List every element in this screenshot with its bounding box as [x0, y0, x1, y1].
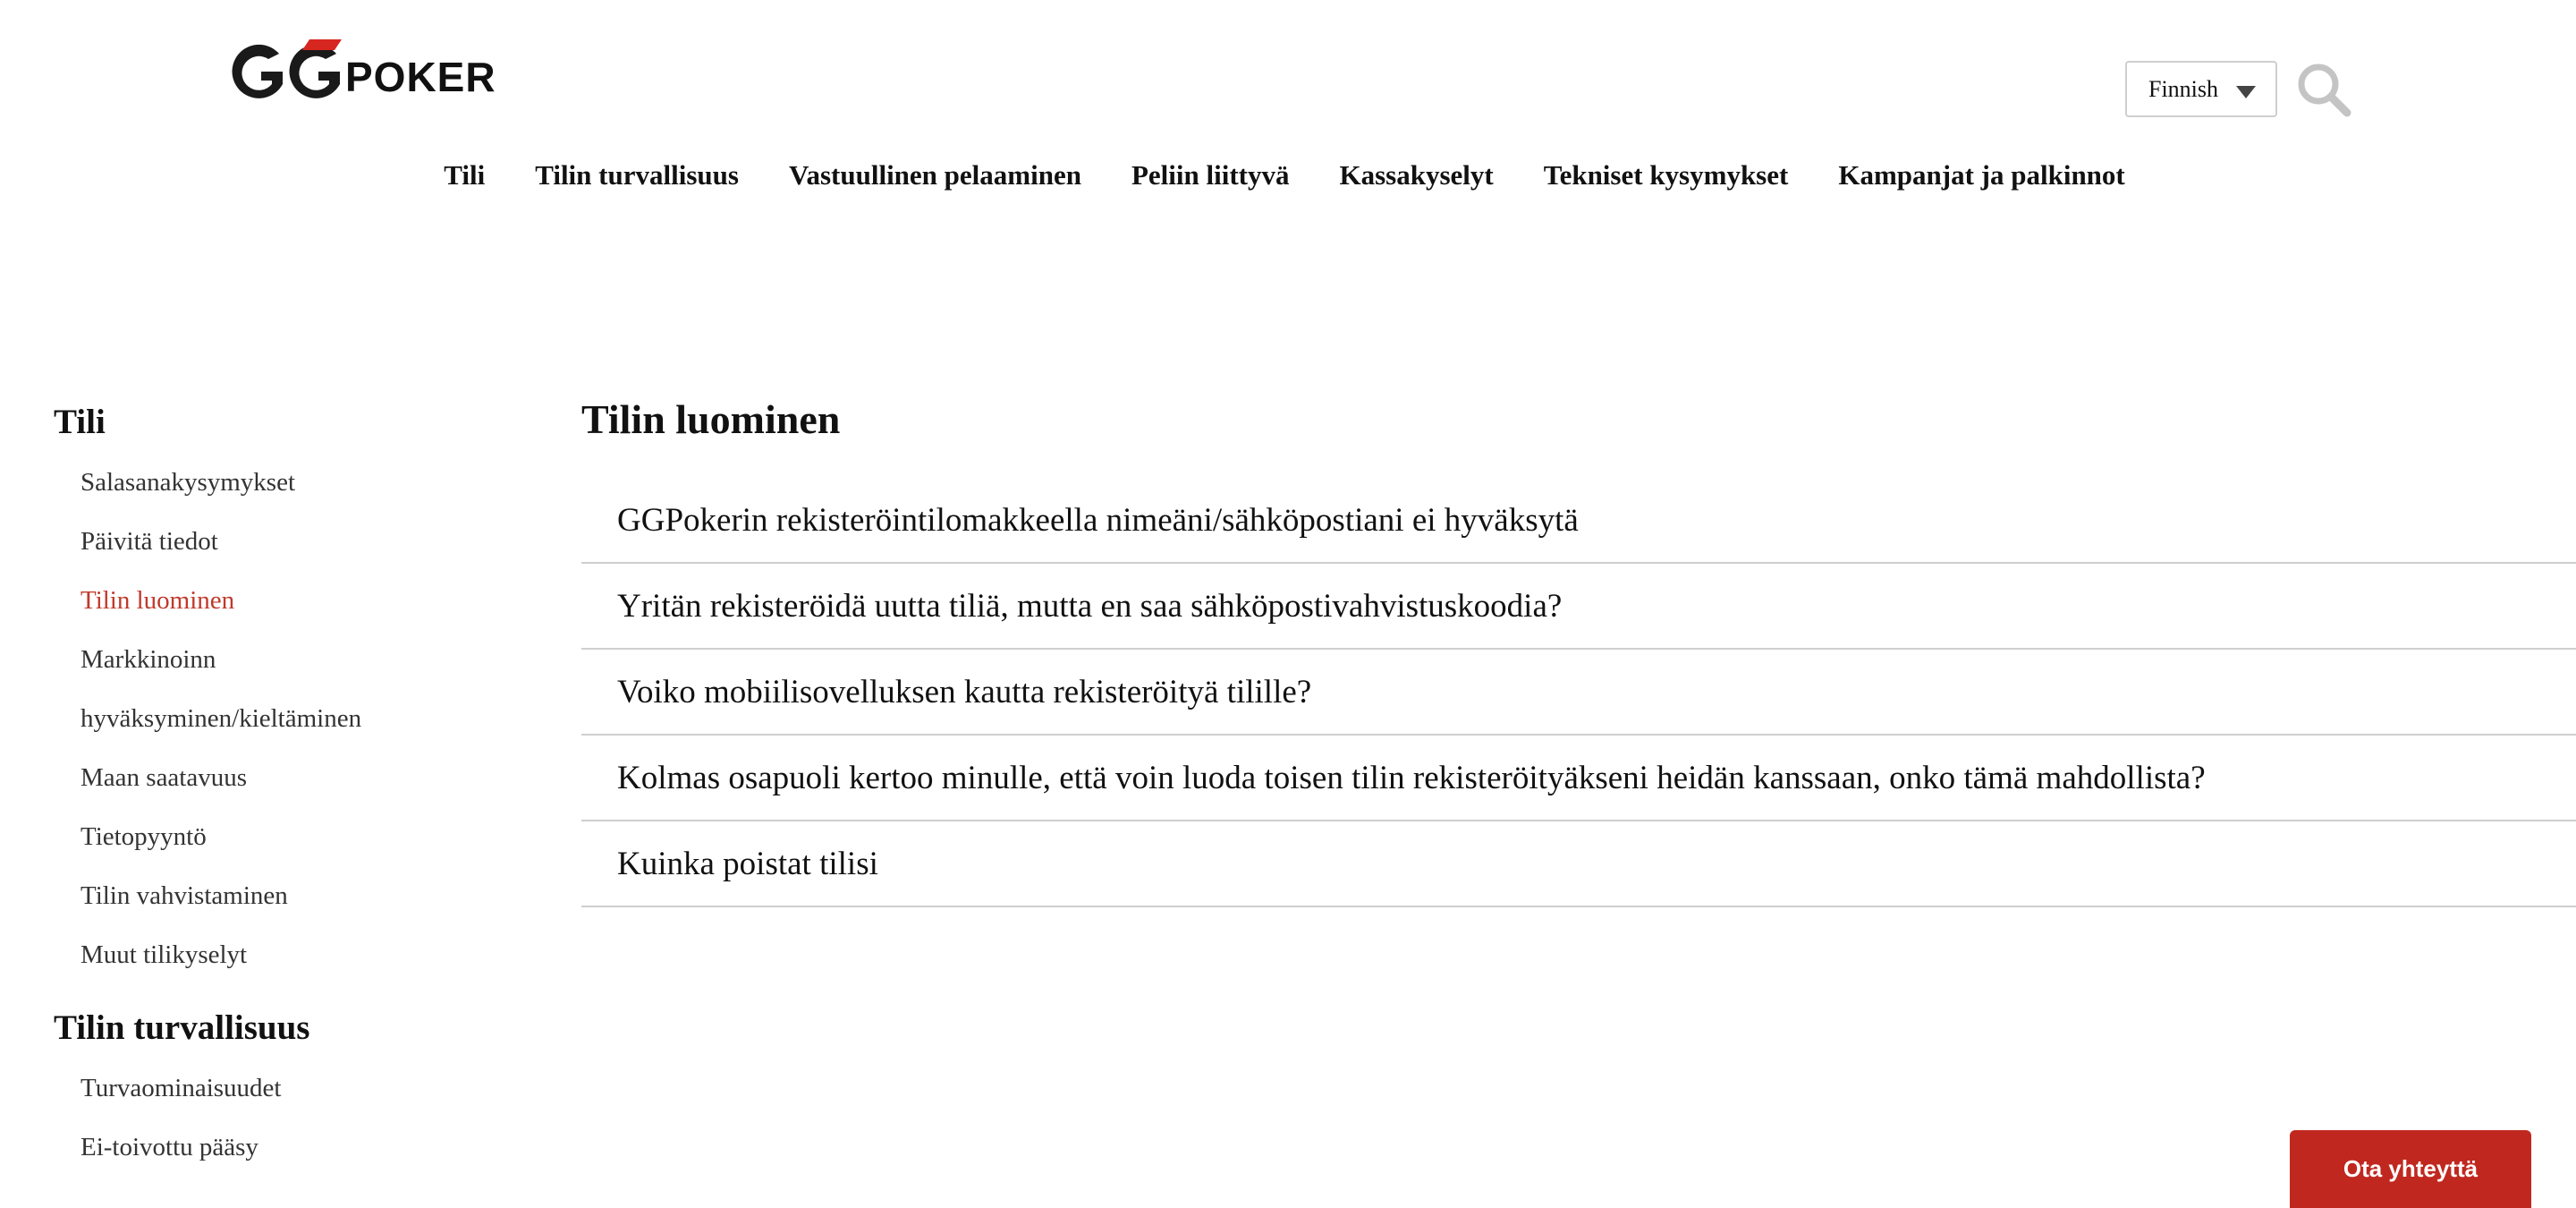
nav-item-vastuullinen-pelaaminen[interactable]: Vastuullinen pelaaminen — [789, 159, 1081, 191]
sidebar-item-salasanakysymykset[interactable]: Salasanakysymykset — [80, 470, 519, 529]
sidebar-item-ei-toivottu-paasy[interactable]: Ei-toivottu pääsy — [80, 1135, 519, 1194]
faq-item[interactable]: Yritän rekisteröidä uutta tiliä, mutta e… — [581, 564, 2576, 650]
sidebar-item-tilin-vahvistaminen[interactable]: Tilin vahvistaminen — [80, 883, 519, 942]
sidebar-item-markkinoinn[interactable]: Markkinoinn — [80, 647, 519, 706]
sidebar-heading-tili[interactable]: Tili — [54, 404, 519, 439]
sidebar-list-tilin-turvallisuus: Turvaominaisuudet Ei-toivottu pääsy — [54, 1076, 519, 1194]
faq-item[interactable]: Kuinka poistat tilisi — [581, 821, 2576, 907]
chevron-down-icon — [2236, 86, 2256, 98]
sidebar-item-tilin-luominen[interactable]: Tilin luominen — [80, 588, 519, 647]
sidebar: Tili Salasanakysymykset Päivitä tiedot T… — [54, 404, 519, 1194]
sidebar-item-turvaominaisuudet[interactable]: Turvaominaisuudet — [80, 1076, 519, 1135]
sidebar-heading-tilin-turvallisuus[interactable]: Tilin turvallisuus — [54, 1010, 519, 1045]
faq-list: GGPokerin rekisteröintilomakkeella nimeä… — [581, 478, 2576, 907]
nav-item-kassakyselyt[interactable]: Kassakyselyt — [1339, 159, 1493, 191]
sidebar-item-paivita-tiedot[interactable]: Päivitä tiedot — [80, 529, 519, 588]
language-select-value: Finnish — [2148, 75, 2219, 102]
page: POKER Finnish Tili Tilin turvallisuus Va… — [0, 0, 2576, 1208]
main-content: Tilin luominen GGPokerin rekisteröintilo… — [581, 399, 2576, 907]
top-nav: Tili Tilin turvallisuus Vastuullinen pel… — [0, 159, 2576, 191]
page-title: Tilin luominen — [581, 396, 841, 442]
nav-item-peliin-liittyva[interactable]: Peliin liittyvä — [1131, 159, 1290, 191]
sidebar-list-tili: Salasanakysymykset Päivitä tiedot Tilin … — [54, 470, 519, 1001]
ggpoker-logo[interactable]: POKER — [227, 38, 496, 104]
sidebar-item-maan-saatavuus[interactable]: Maan saatavuus — [80, 765, 519, 824]
sidebar-item-hyvaksyminen-kieltaminen[interactable]: hyväksyminen/kieltäminen — [80, 706, 519, 765]
faq-item[interactable]: Kolmas osapuoli kertoo minulle, että voi… — [581, 736, 2576, 821]
gg-logo-mark-icon — [232, 39, 342, 98]
sidebar-item-muut-tilikyselyt[interactable]: Muut tilikyselyt — [80, 942, 519, 1001]
sidebar-item-tietopyynto[interactable]: Tietopyyntö — [80, 824, 519, 883]
language-select[interactable]: Finnish — [2125, 61, 2277, 117]
contact-button[interactable]: Ota yhteyttä — [2290, 1130, 2531, 1208]
nav-item-kampanjat-ja-palkinnot[interactable]: Kampanjat ja palkinnot — [1838, 159, 2124, 191]
faq-item[interactable]: GGPokerin rekisteröintilomakkeella nimeä… — [581, 478, 2576, 564]
nav-item-tilin-turvallisuus[interactable]: Tilin turvallisuus — [535, 159, 739, 191]
logo-text: POKER — [345, 54, 496, 100]
nav-item-tili[interactable]: Tili — [444, 159, 485, 191]
nav-item-tekniset-kysymykset[interactable]: Tekniset kysymykset — [1544, 159, 1789, 191]
faq-item[interactable]: Voiko mobiilisovelluksen kautta rekister… — [581, 650, 2576, 736]
search-icon[interactable] — [2295, 61, 2352, 118]
